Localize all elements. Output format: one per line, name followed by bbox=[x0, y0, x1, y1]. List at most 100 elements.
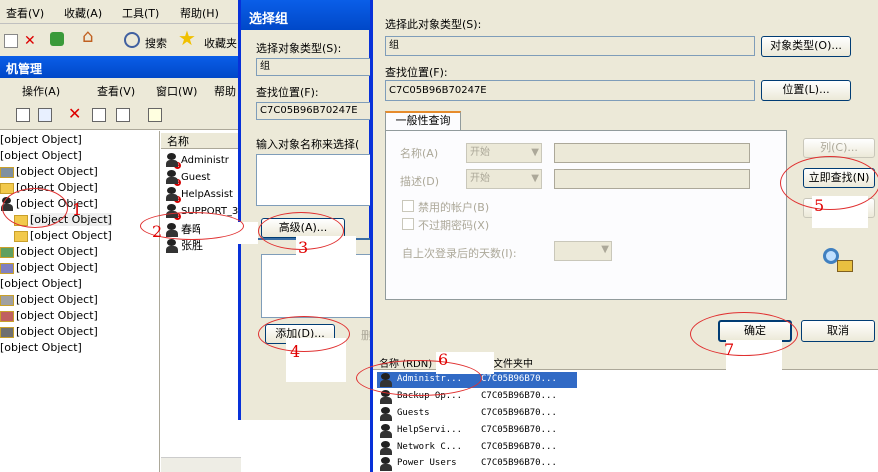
annotation-ellipse-4 bbox=[258, 316, 350, 352]
tab-common-queries[interactable]: 一般性查询 bbox=[385, 111, 461, 131]
device-manager-icon bbox=[0, 262, 14, 274]
locations-button[interactable]: 位置(L)... bbox=[761, 80, 851, 101]
ie-toolbar: ✕ ⌂ 搜索 ★ 收藏夹 bbox=[0, 24, 240, 56]
annotation-number-1: 1 bbox=[72, 200, 83, 219]
mmc-menu-window[interactable]: 窗口(W) bbox=[156, 83, 197, 99]
tree-item-device-manager[interactable]: [object Object] bbox=[0, 261, 98, 274]
mmc-menu-view[interactable]: 查看(V) bbox=[97, 83, 135, 99]
tree-item-event-viewer[interactable]: [object Object] bbox=[0, 165, 98, 178]
query-panel: 名称(A) 开始 ▼ 描述(D) 开始 ▼ 禁用的帐户(B) 不过期密码(X) 自上… bbox=[385, 130, 787, 300]
location-field: C7C05B96B70247E bbox=[256, 102, 374, 120]
nonexpiring-pwd-checkbox[interactable] bbox=[402, 218, 414, 230]
properties-icon[interactable] bbox=[92, 108, 106, 122]
tree-item-computer-management[interactable]: [object Object] bbox=[0, 133, 82, 146]
chevron-down-icon: ▼ bbox=[531, 147, 539, 158]
object-types-button[interactable]: 对象类型(O)... bbox=[761, 36, 851, 57]
search-icon[interactable] bbox=[124, 32, 140, 48]
tree-item-system-tools[interactable]: [object Object] bbox=[0, 149, 82, 162]
days-since-logon-select[interactable]: ▼ bbox=[554, 241, 612, 261]
ie-menu-favorites[interactable]: 收藏(A) bbox=[64, 5, 102, 21]
delete-icon[interactable]: ✕ bbox=[68, 106, 82, 122]
object-type-field: 组 bbox=[256, 58, 374, 76]
days-since-logon-label: 自上次登录后的天数(I): bbox=[402, 247, 517, 260]
object-type-label: 选择对象类型(S): bbox=[256, 42, 342, 55]
show-tree-icon[interactable] bbox=[38, 108, 52, 122]
result-name: Power Users bbox=[397, 458, 457, 468]
folder-icon bbox=[0, 182, 14, 194]
result-folder: C7C05B96B70... bbox=[481, 374, 557, 384]
advanced-dialog: 选择此对象类型(S): 组 对象类型(O)... 查找位置(F): C7C05B… bbox=[370, 0, 878, 472]
cancel-button[interactable]: 取消 bbox=[801, 320, 875, 342]
home-icon[interactable]: ⌂ bbox=[82, 28, 96, 46]
adv-location-label: 查找位置(F): bbox=[385, 66, 448, 79]
mmc-title: 机管理 bbox=[6, 62, 43, 76]
desc-operator-value: 开始 bbox=[470, 173, 490, 184]
list-item-label: Guest bbox=[181, 172, 211, 183]
stop-x-icon[interactable]: ✕ bbox=[24, 34, 38, 48]
ie-search-label[interactable]: 搜索 bbox=[145, 35, 167, 51]
up-folder-icon[interactable] bbox=[16, 108, 30, 122]
ie-menu-view[interactable]: 查看(V) bbox=[6, 5, 44, 21]
mmc-menubar: 操作(A) 查看(V) 窗口(W) 帮助 bbox=[0, 78, 240, 100]
ie-menubar: 查看(V) 收藏(A) 工具(T) 帮助(H) bbox=[0, 0, 240, 24]
tree-item-defrag[interactable]: [object Object] bbox=[0, 309, 98, 322]
results-row[interactable]: Network C... C7C05B96B70... bbox=[377, 440, 577, 456]
result-folder: C7C05B96B70... bbox=[481, 425, 557, 435]
select-group-titlebar: 选择组 bbox=[241, 0, 372, 30]
results-row[interactable]: Guests C7C05B96B70... bbox=[377, 406, 577, 422]
desc-label: 描述(D) bbox=[400, 175, 440, 188]
results-row[interactable]: Power Users C7C05B96B70... bbox=[377, 456, 577, 472]
list-item[interactable]: x Guest bbox=[165, 170, 211, 186]
desc-value-input[interactable] bbox=[554, 169, 750, 189]
user-icon bbox=[165, 239, 179, 253]
mmc-tree-pane: [object Object] [object Object] [object … bbox=[0, 131, 160, 472]
tree-item-removable-storage[interactable]: [object Object] bbox=[0, 293, 98, 306]
tree-item-storage[interactable]: [object Object] bbox=[0, 277, 82, 290]
tree-label: [object Object] bbox=[16, 261, 98, 274]
ie-menu-help[interactable]: 帮助(H) bbox=[180, 5, 219, 21]
annotation-ellipse-6 bbox=[356, 360, 482, 396]
tree-item-groups[interactable]: [object Object] bbox=[14, 229, 112, 242]
help-icon[interactable] bbox=[148, 108, 162, 122]
location-label: 查找位置(F): bbox=[256, 86, 319, 99]
results-row[interactable]: HelpServi... C7C05B96B70... bbox=[377, 423, 577, 439]
result-name: HelpServi... bbox=[397, 425, 463, 435]
list-header-name[interactable]: 名称 bbox=[161, 133, 241, 149]
user-disabled-icon: x bbox=[165, 170, 181, 186]
nonexpiring-pwd-label: 不过期密码(X) bbox=[418, 219, 490, 232]
tree-item-perf-logs[interactable]: [object Object] bbox=[0, 245, 98, 258]
list-item[interactable]: x HelpAssist bbox=[165, 187, 233, 203]
tree-item-services-apps[interactable]: [object Object] bbox=[0, 341, 82, 354]
ie-favorites-label[interactable]: 收藏夹 bbox=[204, 35, 237, 51]
mmc-menu-action[interactable]: 操作(A) bbox=[22, 83, 60, 99]
removable-storage-icon bbox=[0, 294, 14, 306]
tree-item-disk-management[interactable]: [object Object] bbox=[0, 325, 98, 338]
desc-operator-select[interactable]: 开始 ▼ bbox=[466, 169, 542, 189]
annotation-number-6: 6 bbox=[438, 350, 449, 369]
ie-menu-tools[interactable]: 工具(T) bbox=[122, 5, 159, 21]
group-icon bbox=[379, 424, 393, 438]
disabled-accounts-checkbox[interactable] bbox=[402, 200, 414, 212]
export-icon[interactable] bbox=[116, 108, 130, 122]
name-value-input[interactable] bbox=[554, 143, 750, 163]
doc-icon[interactable] bbox=[4, 34, 18, 48]
annotation-number-7: 7 bbox=[724, 340, 735, 359]
mmc-toolbar: ✕ bbox=[0, 100, 240, 130]
user-disabled-icon: x bbox=[165, 187, 181, 203]
tree-label: [object Object] bbox=[0, 133, 82, 146]
columns-button[interactable]: 列(C)... bbox=[803, 138, 875, 158]
object-names-textarea[interactable] bbox=[256, 154, 374, 206]
chevron-down-icon: ▼ bbox=[531, 173, 539, 184]
result-folder: C7C05B96B70... bbox=[481, 458, 557, 468]
group-icon bbox=[379, 441, 393, 455]
annotation-ellipse-7 bbox=[690, 312, 798, 356]
refresh-icon[interactable] bbox=[50, 32, 64, 46]
favorites-star-icon[interactable]: ★ bbox=[178, 28, 196, 48]
name-operator-select[interactable]: 开始 ▼ bbox=[466, 143, 542, 163]
event-viewer-icon bbox=[0, 166, 14, 178]
mmc-menu-help[interactable]: 帮助 bbox=[214, 83, 236, 99]
list-item[interactable]: x Administr bbox=[165, 153, 229, 169]
annotation-number-3: 3 bbox=[298, 238, 309, 257]
list-hscrollbar[interactable] bbox=[161, 457, 241, 472]
result-folder: C7C05B96B70... bbox=[481, 408, 557, 418]
